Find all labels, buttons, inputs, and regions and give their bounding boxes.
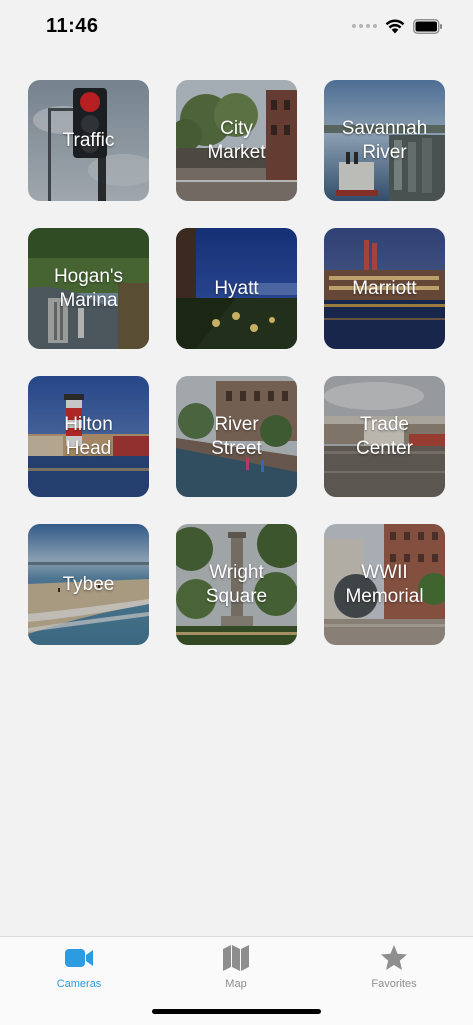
- camera-tile-label: Hyatt: [214, 277, 259, 299]
- signal-dots-icon: [352, 24, 377, 28]
- camera-tile-marriott[interactable]: Marriott: [324, 228, 445, 349]
- camera-tile-label: City Market: [207, 117, 266, 163]
- camera-tile-tybee[interactable]: Tybee: [28, 524, 149, 645]
- tab-label: Favorites: [371, 978, 417, 990]
- camera-tile-city-market[interactable]: City Market: [176, 80, 297, 201]
- camera-tile-traffic[interactable]: Traffic: [28, 80, 149, 201]
- camera-tile-label: Trade Center: [355, 413, 414, 459]
- tab-favorites[interactable]: Favorites: [334, 943, 454, 990]
- camera-tile-label: Savannah River: [341, 117, 428, 163]
- home-indicator[interactable]: [152, 1009, 321, 1014]
- camera-tile-savannah-river[interactable]: Savannah River: [324, 80, 445, 201]
- camera-tile-label: Hilton Head: [64, 413, 113, 459]
- camera-tile-label: Marriott: [352, 277, 417, 299]
- camera-tile-label: Wright Square: [205, 561, 268, 607]
- camera-tile-label: WWII Memorial: [345, 561, 424, 607]
- battery-icon: [413, 18, 442, 34]
- camera-tile-label: Traffic: [62, 129, 115, 151]
- camera-tile-label: Tybee: [62, 573, 115, 595]
- status-icons: [352, 16, 443, 36]
- camera-tile-hogans-marina[interactable]: Hogan's Marina: [28, 228, 149, 349]
- camera-tile-hilton-head[interactable]: Hilton Head: [28, 376, 149, 497]
- wifi-icon: [385, 19, 405, 34]
- tab-map[interactable]: Map: [176, 943, 296, 990]
- status-bar: 11:46: [0, 0, 473, 54]
- camera-tile-river-street[interactable]: River Street: [176, 376, 297, 497]
- camera-tile-wwii-memorial[interactable]: WWII Memorial: [324, 524, 445, 645]
- tab-label: Map: [225, 978, 247, 990]
- camera-tile-label: River Street: [211, 413, 262, 459]
- star-icon: [379, 943, 409, 973]
- camera-tile-trade-center[interactable]: Trade Center: [324, 376, 445, 497]
- camera-tile-label: Hogan's Marina: [53, 265, 124, 311]
- status-time: 11:46: [46, 15, 99, 37]
- tab-label: Cameras: [56, 978, 102, 990]
- camera-grid: Traffic City Market Savannah River Hogan…: [28, 80, 445, 645]
- camera-tile-wright-square[interactable]: Wright Square: [176, 524, 297, 645]
- map-icon: [221, 943, 251, 973]
- video-camera-icon: [64, 943, 94, 973]
- camera-tile-hyatt[interactable]: Hyatt: [176, 228, 297, 349]
- tab-cameras[interactable]: Cameras: [19, 943, 139, 990]
